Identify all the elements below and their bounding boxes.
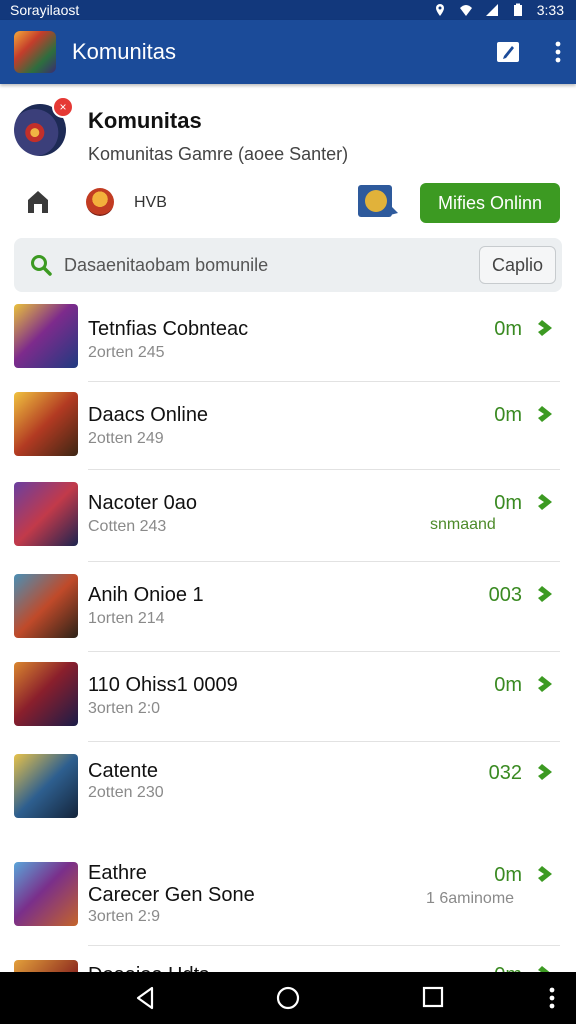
list-item-title-secondary: Carecer Gen Sone xyxy=(88,884,255,906)
list-item-count: 0m xyxy=(494,864,522,886)
community-meta-row: HVB Mifies Onlinn xyxy=(0,180,576,228)
list-item-extra: snmaand xyxy=(430,516,496,533)
list-item[interactable]: Daacs Online 2otten 249 0m xyxy=(0,382,576,470)
list-item-title: 110 Ohiss1 0009 xyxy=(88,674,238,696)
status-bar: Sorayilaost 3:33 xyxy=(0,0,576,20)
gem-icon xyxy=(358,185,398,217)
list-item-count: 0m xyxy=(494,674,522,696)
list-item-subtitle: 1orten 214 xyxy=(88,610,165,627)
list-item-count: 0m xyxy=(494,492,522,514)
list-item-title: Doaaioe Hdts xyxy=(88,964,209,972)
search-input[interactable]: Dasaenitaobam bomunile xyxy=(64,255,268,276)
list-item[interactable]: Nacoter 0ao Cotten 243 0m snmaand xyxy=(0,470,576,562)
list-item-count: 0m xyxy=(494,404,522,426)
signal-icon xyxy=(485,4,498,16)
more-vert-icon[interactable] xyxy=(554,41,562,63)
screen: Sorayilaost 3:33 Komunitas × Komunitas K… xyxy=(0,0,576,1024)
list-item-subtitle: Cotten 243 xyxy=(88,518,167,535)
app-bar: Komunitas xyxy=(0,20,576,84)
list-item[interactable]: Eathre Carecer Gen Sone 3orten 2:9 0m 1 … xyxy=(0,834,576,946)
search-bar[interactable]: Dasaenitaobam bomunile Caplio xyxy=(14,238,562,292)
community-subtitle: Komunitas Gamre (aoee Santer) xyxy=(88,144,349,164)
game-thumbnail xyxy=(14,574,78,638)
game-thumbnail xyxy=(14,392,78,456)
home-circle-icon[interactable] xyxy=(276,986,300,1010)
chevron-right-icon[interactable] xyxy=(536,318,556,338)
list-item-subtitle: 3orten 2:0 xyxy=(88,700,161,717)
list-item-title: Nacoter 0ao xyxy=(88,492,197,514)
list-item-extra: 1 6aminome xyxy=(426,890,515,907)
chevron-right-icon[interactable] xyxy=(536,762,556,782)
game-thumbnail xyxy=(14,482,78,546)
chevron-right-icon[interactable] xyxy=(536,674,556,694)
chevron-right-icon[interactable] xyxy=(536,964,556,972)
list-item[interactable]: Catente 2otten 230 032 xyxy=(0,742,576,834)
list-item-count: 0m xyxy=(494,964,522,972)
status-left-text: Sorayilaost xyxy=(10,2,80,18)
online-button[interactable]: Mifies Onlinn xyxy=(420,183,560,223)
wifi-icon xyxy=(459,5,472,16)
list-item-count: 003 xyxy=(488,584,522,606)
battery-icon xyxy=(513,3,522,16)
back-icon[interactable] xyxy=(134,986,156,1010)
list-item-title: Eathre xyxy=(88,862,147,884)
community-title: Komunitas xyxy=(88,108,202,133)
chevron-right-icon[interactable] xyxy=(536,864,556,884)
app-icon[interactable] xyxy=(14,31,56,73)
chevron-right-icon[interactable] xyxy=(536,404,556,424)
hvb-icon xyxy=(86,188,114,216)
list-item-subtitle: 2otten 249 xyxy=(88,430,164,447)
search-icon xyxy=(31,255,52,276)
home-icon[interactable] xyxy=(24,188,52,221)
recents-icon[interactable] xyxy=(422,986,444,1008)
game-thumbnail xyxy=(14,304,78,368)
chevron-right-icon[interactable] xyxy=(536,492,556,512)
app-bar-title: Komunitas xyxy=(72,39,176,64)
list-item-title: Anih Onioe 1 xyxy=(88,584,204,606)
list-item-subtitle: 2orten 245 xyxy=(88,344,165,361)
edit-icon[interactable] xyxy=(496,41,520,63)
status-time: 3:33 xyxy=(536,2,564,18)
avatar-badge[interactable]: × xyxy=(52,96,74,118)
list-item-count: 032 xyxy=(488,762,522,784)
list-item-title: Tetnfias Cobnteac xyxy=(88,318,249,340)
game-thumbnail xyxy=(14,662,78,726)
list-item-subtitle: 3orten 2:9 xyxy=(88,908,161,925)
list-item[interactable]: Anih Onioe 1 1orten 214 003 xyxy=(0,562,576,652)
list-item[interactable]: Tetnfias Cobnteac 2orten 245 0m xyxy=(0,300,576,382)
search-button[interactable]: Caplio xyxy=(478,246,556,284)
list-item-count: 0m xyxy=(494,318,522,340)
list-item-title: Catente xyxy=(88,760,159,782)
list-item-subtitle: 2otten 230 xyxy=(88,784,164,801)
game-thumbnail xyxy=(14,960,78,972)
hvb-label: HVB xyxy=(134,194,167,211)
list-item[interactable]: 110 Ohiss1 0009 3orten 2:0 0m xyxy=(0,652,576,742)
list-item-title: Daacs Online xyxy=(88,404,209,426)
app-bar-actions xyxy=(496,41,562,63)
game-thumbnail xyxy=(14,862,78,926)
chevron-right-icon[interactable] xyxy=(536,584,556,604)
more-icon[interactable] xyxy=(548,986,556,1010)
list-item[interactable]: Doaaioe Hdts 0m xyxy=(0,946,576,972)
game-thumbnail xyxy=(14,754,78,818)
status-icons: 3:33 xyxy=(433,2,564,18)
navigation-bar xyxy=(0,972,576,1024)
location-icon xyxy=(435,4,444,16)
